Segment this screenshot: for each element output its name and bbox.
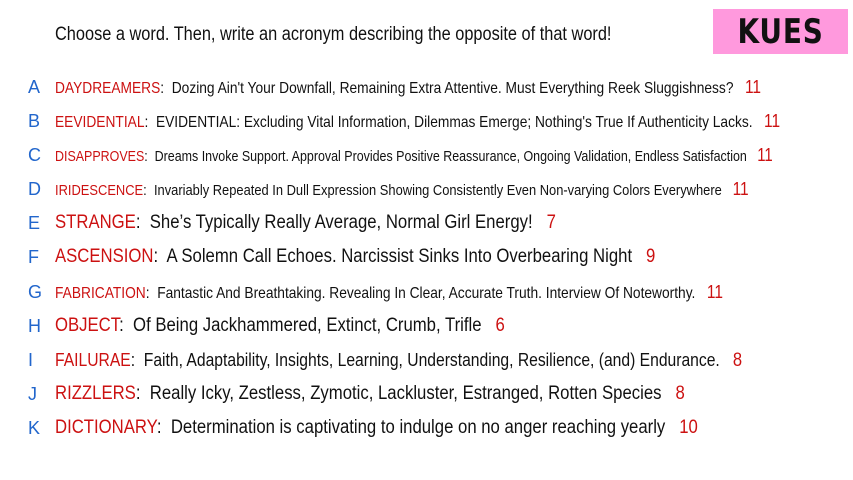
list-item: J RIZZLERS: Really Icky, Zestless, Zymot… — [0, 381, 853, 407]
item-acronym: Of Being Jackhammered, Extinct, Crumb, T… — [133, 315, 482, 336]
item-acronym: Fantastic And Breathtaking. Revealing In… — [157, 285, 696, 302]
item-letter-count: 11 — [732, 179, 749, 199]
item-letter: E — [28, 213, 41, 233]
item-word: DISAPPROVES — [55, 148, 145, 165]
badge-label: KUES — [737, 11, 824, 52]
item-word: STRANGE — [55, 212, 136, 233]
list-item: H OBJECT: Of Being Jackhammered, Extinct… — [0, 313, 853, 339]
list-item: F ASCENSION: A Solemn Call Echoes. Narci… — [0, 244, 853, 270]
list-item: K DICTIONARY: Determination is captivati… — [0, 415, 853, 441]
item-letter-count: 9 — [646, 246, 656, 267]
instruction-text: Choose a word. Then, write an acronym de… — [55, 24, 612, 45]
item-letter-count: 6 — [495, 315, 505, 336]
item-acronym: Determination is captivating to indulge … — [170, 417, 666, 438]
item-letter: I — [28, 350, 34, 370]
item-letter: B — [28, 111, 41, 131]
item-letter: F — [28, 247, 39, 267]
list-item: D IRIDESCENCE: Invariably Repeated In Du… — [0, 176, 853, 202]
item-letter-count: 11 — [744, 77, 762, 97]
item-letter: G — [28, 282, 43, 302]
item-word: RIZZLERS — [55, 383, 136, 404]
item-acronym: Faith, Adaptability, Insights, Learning,… — [143, 350, 720, 370]
item-word: FAILURAE — [55, 350, 131, 370]
item-word: DICTIONARY — [55, 417, 157, 438]
item-letter-count: 11 — [706, 282, 723, 302]
item-letter-count: 10 — [679, 417, 698, 438]
item-letter: K — [28, 418, 41, 438]
item-letter: A — [28, 77, 41, 97]
item-acronym: Dozing Ain't Your Downfall, Remaining Ex… — [171, 80, 734, 97]
item-acronym: Dreams Invoke Support. Approval Provides… — [154, 148, 747, 165]
item-letter: D — [28, 179, 41, 199]
list-item: A DAYDREAMERS: Dozing Ain't Your Downfal… — [0, 74, 853, 100]
item-word: ASCENSION — [55, 246, 154, 267]
list-item: C DISAPPROVES: Dreams Invoke Support. Ap… — [0, 142, 853, 168]
item-letter-count: 7 — [546, 212, 556, 233]
item-acronym: A Solemn Call Echoes. Narcissist Sinks I… — [166, 246, 633, 267]
item-word: IRIDESCENCE — [55, 182, 144, 199]
item-acronym: Really Icky, Zestless, Zymotic, Lacklust… — [149, 383, 662, 404]
item-letter-count: 8 — [732, 350, 743, 371]
item-acronym: EVIDENTIAL: Excluding Vital Information,… — [155, 114, 753, 131]
list-item: E STRANGE: She’s Typically Really Averag… — [0, 210, 853, 236]
item-letter: H — [28, 316, 41, 336]
item-acronym: She’s Typically Really Average, Normal G… — [149, 212, 533, 233]
item-letter-count: 11 — [764, 111, 781, 131]
item-acronym: Invariably Repeated In Dull Expression S… — [153, 182, 722, 199]
item-letter: J — [28, 384, 37, 404]
list-item: I FAILURAE: Faith, Adaptability, Insight… — [0, 347, 853, 373]
name-badge: KUES — [713, 9, 848, 54]
item-word: FABRICATION — [55, 285, 146, 302]
list-item: G FABRICATION: Fantastic And Breathtakin… — [0, 279, 853, 305]
item-word: EEVIDENTIAL — [55, 114, 145, 131]
list-item: B EEVIDENTIAL: EVIDENTIAL: Excluding Vit… — [0, 108, 853, 134]
item-letter-count: 11 — [757, 145, 773, 165]
item-word: DAYDREAMERS — [55, 80, 161, 97]
item-word: OBJECT — [55, 315, 120, 336]
item-letter: C — [28, 145, 41, 165]
item-letter-count: 8 — [675, 383, 685, 404]
